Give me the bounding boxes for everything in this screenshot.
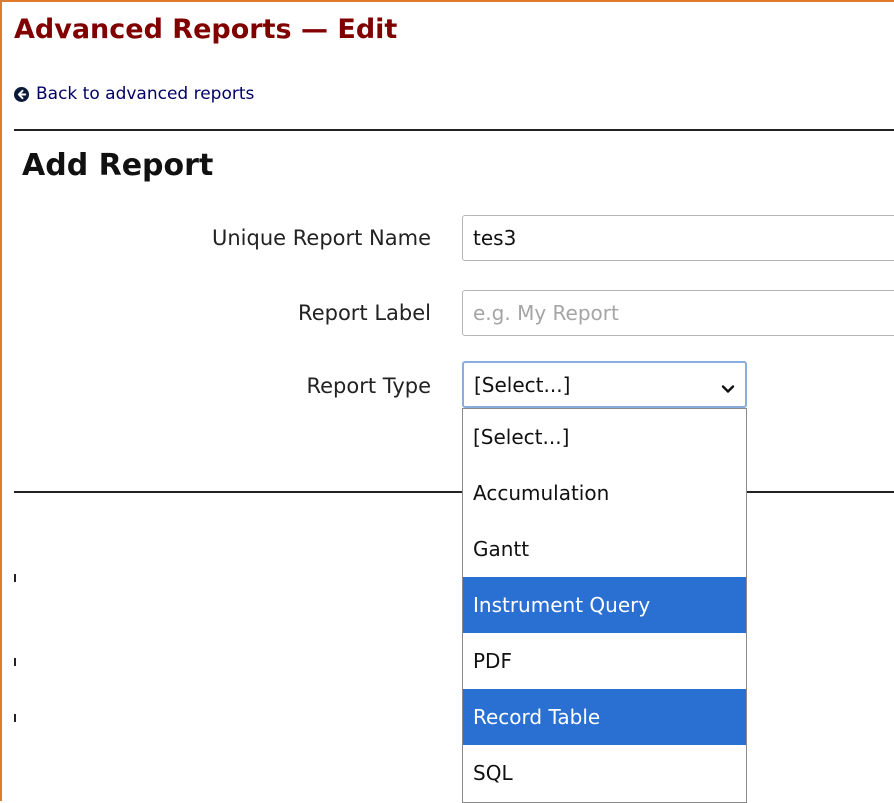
page-title: Advanced Reports — Edit [14, 14, 398, 45]
divider [14, 491, 894, 493]
table-edge-tick [14, 714, 16, 722]
section-title: Add Report [22, 148, 214, 183]
report-type-selected-value: [Select...] [474, 372, 571, 397]
table-edge-tick [14, 574, 16, 582]
back-link-label: Back to advanced reports [36, 84, 255, 104]
divider [14, 129, 894, 131]
back-to-advanced-reports-link[interactable]: Back to advanced reports [14, 84, 254, 104]
table-edge-tick [14, 658, 16, 666]
report-type-option[interactable]: Record Table [463, 689, 746, 745]
chevron-down-icon [721, 377, 735, 401]
page-frame: Advanced Reports — Edit Back to advanced… [0, 0, 894, 803]
report-type-options-list: [Select...] Accumulation Gantt Instrumen… [462, 408, 747, 803]
report-label-label: Report Label [298, 301, 431, 325]
report-type-option[interactable]: Accumulation [463, 465, 746, 521]
report-type-select[interactable]: [Select...] [462, 361, 747, 408]
report-label-input[interactable] [462, 290, 894, 336]
report-type-option[interactable]: [Select...] [463, 409, 746, 465]
unique-report-name-input[interactable] [462, 215, 894, 261]
report-type-option[interactable]: Instrument Query [463, 577, 746, 633]
report-type-option[interactable]: Gantt [463, 521, 746, 577]
report-type-label: Report Type [306, 374, 431, 398]
report-type-option[interactable]: SQL [463, 745, 746, 801]
circle-arrow-left-icon [14, 86, 29, 102]
report-type-option[interactable]: PDF [463, 633, 746, 689]
unique-report-name-label: Unique Report Name [212, 226, 431, 250]
